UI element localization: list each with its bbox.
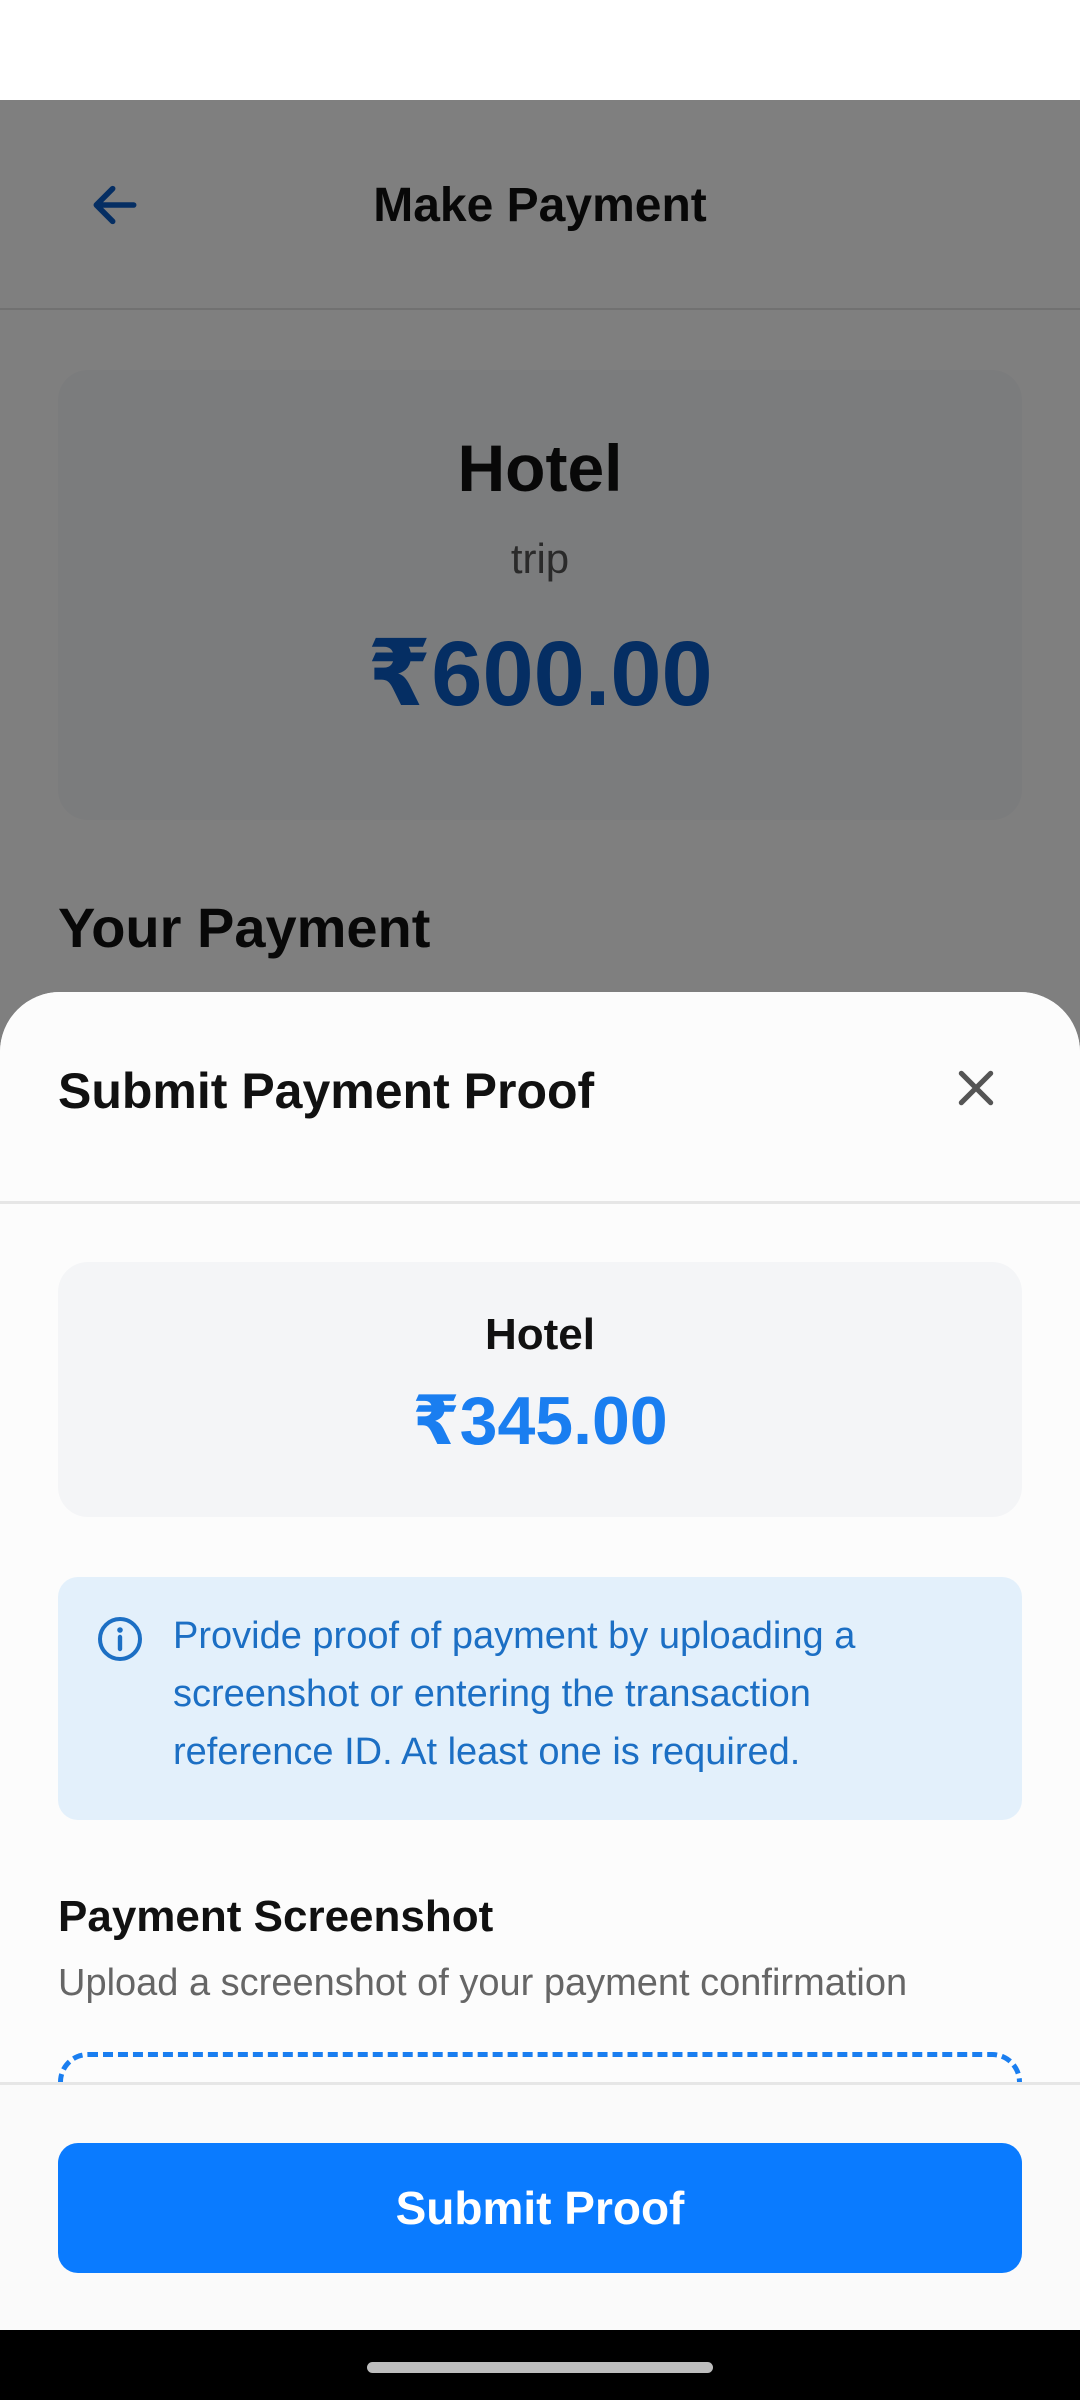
sheet-footer: Submit Proof [0, 2082, 1080, 2330]
payment-summary-card: Hotel ₹345.00 [58, 1262, 1022, 1517]
summary-expense-name: Hotel [485, 1310, 595, 1359]
payment-screenshot-help: Upload a screenshot of your payment conf… [58, 1962, 908, 2004]
status-bar [0, 0, 1080, 100]
sheet-title: Submit Payment Proof [58, 1063, 595, 1119]
close-button[interactable] [940, 1052, 1012, 1124]
submit-proof-button[interactable]: Submit Proof [58, 2143, 1022, 2273]
info-icon [98, 1617, 142, 1661]
info-banner: Provide proof of payment by uploading a … [58, 1577, 1022, 1820]
submit-proof-sheet: Submit Payment Proof Hotel ₹345.00 Provi… [0, 992, 1080, 2330]
payment-screenshot-label: Payment Screenshot [58, 1892, 494, 1941]
navigation-bar [0, 2330, 1080, 2400]
info-text: Provide proof of payment by uploading a … [173, 1615, 856, 1773]
summary-amount: ₹345.00 [412, 1383, 668, 1459]
close-icon [958, 1070, 994, 1106]
home-indicator[interactable] [367, 2362, 713, 2373]
sheet-header: Submit Payment Proof [0, 992, 1080, 1204]
